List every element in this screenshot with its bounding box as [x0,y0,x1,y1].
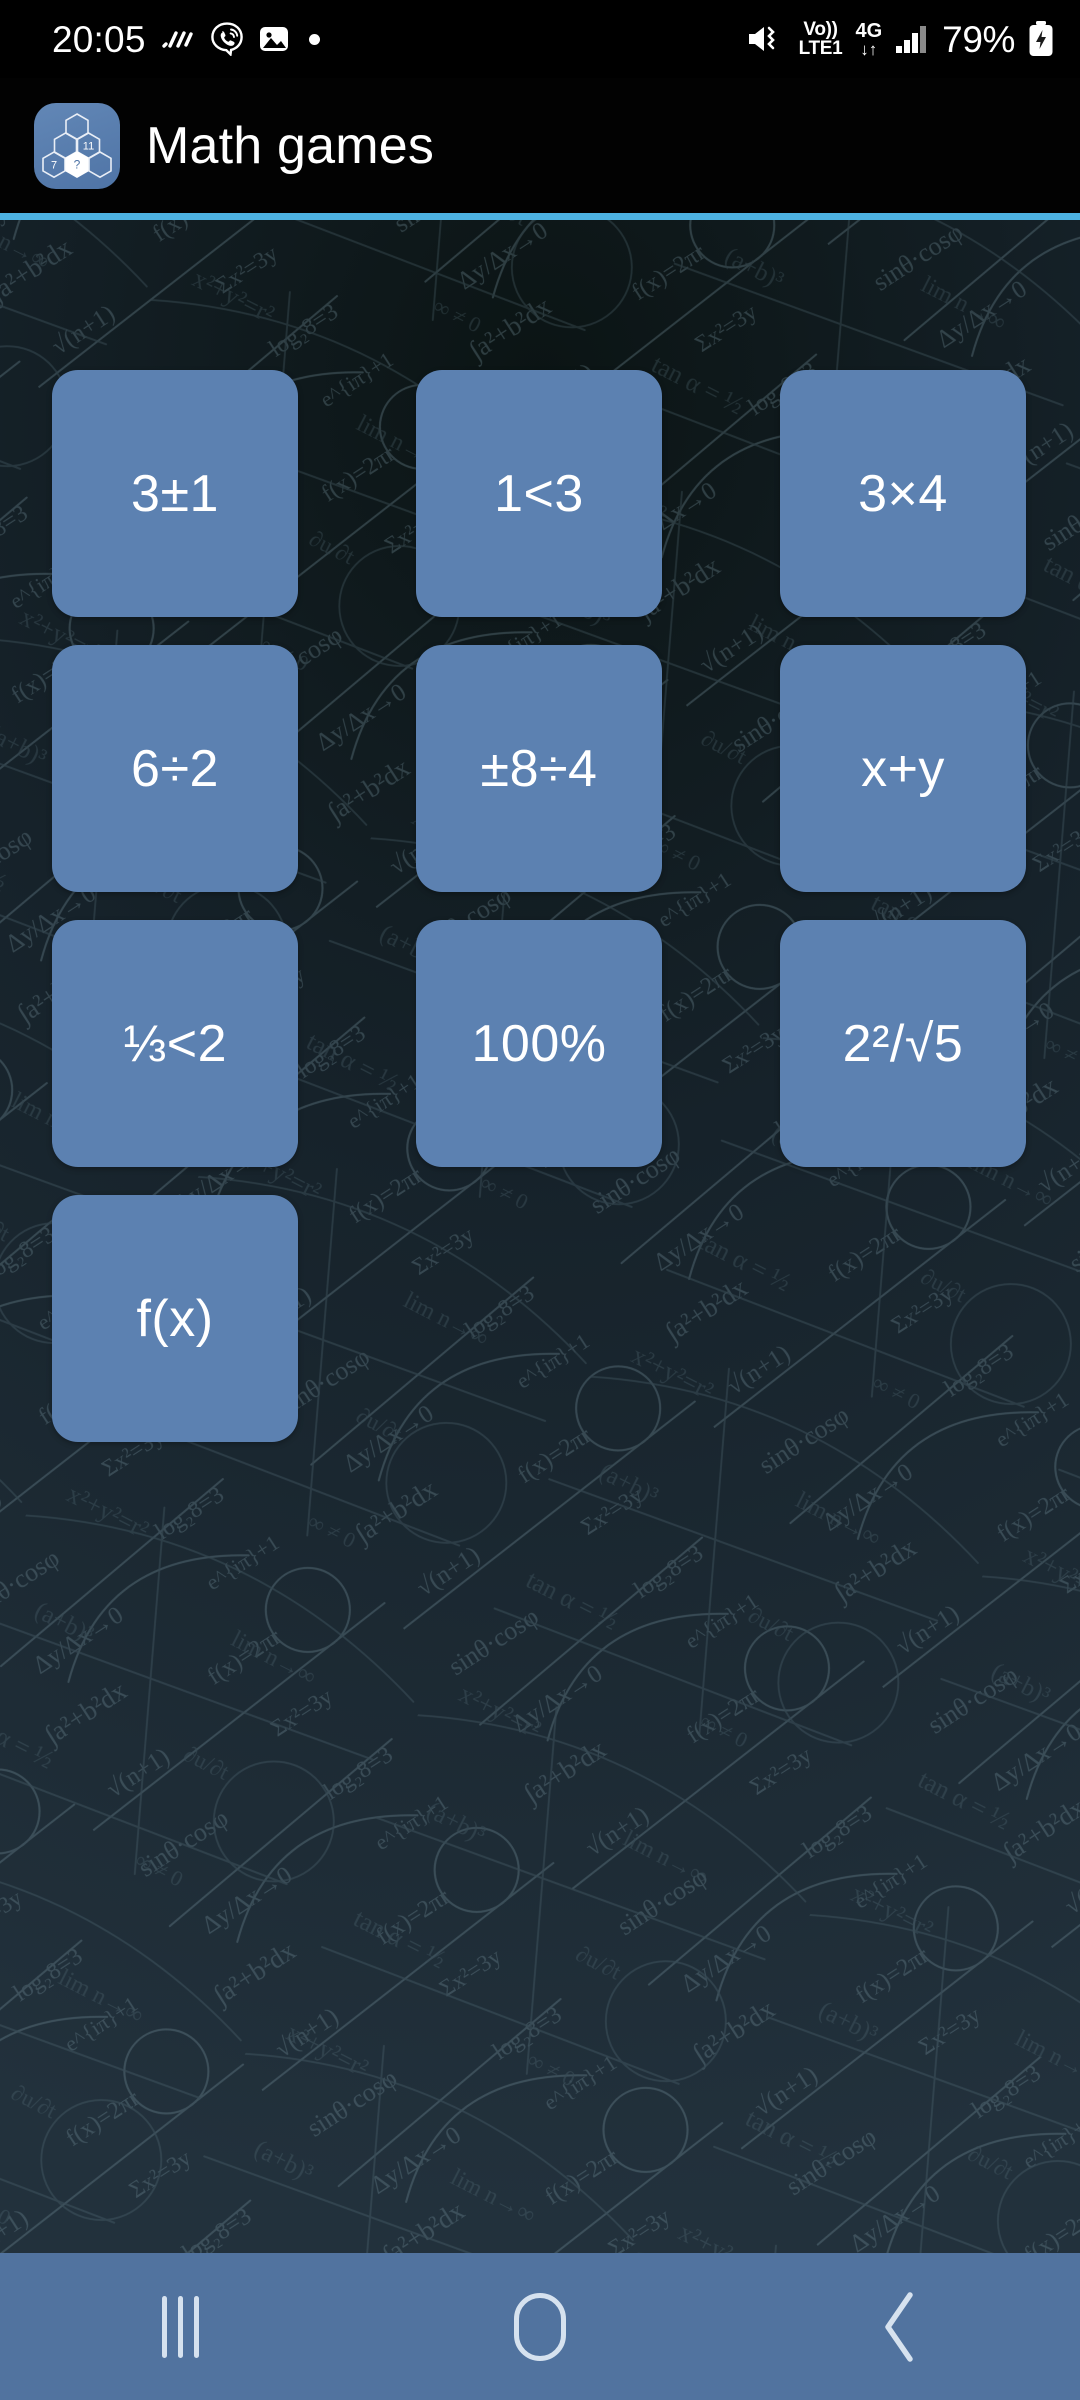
tile-label: 3×4 [858,464,948,523]
status-bar: 20:05 Vo)) LTE1 4G ↓↑ 79% [0,0,1080,78]
system-navigation-bar [0,2253,1080,2400]
status-bar-clock: 20:05 [52,18,146,60]
signal-bars-icon [896,26,927,53]
tile-label: ±8÷4 [480,739,598,798]
scribble-icon [161,31,193,48]
notification-dot-icon [308,33,320,45]
svg-text:?: ? [74,157,81,171]
tile-fractions[interactable]: ⅓<2 [52,920,298,1167]
math-games-app-icon: 11 7 ? [34,102,120,189]
battery-charging-icon [1029,21,1053,56]
tile-label: f(x) [136,1289,214,1348]
volte-indicator: Vo)) LTE1 [798,19,843,59]
tile-label: 6÷2 [131,739,219,798]
game-mode-grid: 3±1 1<3 3×4 6÷2 ±8÷4 x+y ⅓<2 100% 2²/√5 … [52,370,1028,1442]
status-bar-left: 20:05 [52,21,320,58]
main-content: ∫a²+b²dx f(x)=2πr √(n+1) Σx²=3y sinθ·cos… [0,220,1080,2253]
tile-functions[interactable]: f(x) [52,1195,298,1442]
home-button[interactable] [360,2253,720,2400]
tile-powers-roots[interactable]: 2²/√5 [780,920,1026,1167]
tile-multiplication[interactable]: 3×4 [780,370,1026,617]
tile-label: ⅓<2 [122,1014,228,1073]
tile-label: x+y [861,739,945,798]
tile-percentage[interactable]: 100% [416,920,662,1167]
phone-screen: 20:05 Vo)) LTE1 4G ↓↑ 79% 11 7 ? Math ga… [0,0,1080,2400]
header-accent-divider [0,213,1080,220]
tile-signed-division[interactable]: ±8÷4 [416,645,662,892]
viber-icon [210,22,243,56]
tile-division[interactable]: 6÷2 [52,645,298,892]
home-icon [514,2292,566,2361]
tile-label: 1<3 [494,464,584,523]
tile-plus-minus[interactable]: 3±1 [52,370,298,617]
back-icon [885,2291,913,2362]
tile-algebra[interactable]: x+y [780,645,1026,892]
svg-text:7: 7 [51,159,57,171]
recents-button[interactable] [0,2253,360,2400]
battery-percent-label: 79% [942,18,1015,60]
app-header: 11 7 ? Math games [0,78,1080,213]
svg-text:11: 11 [83,140,94,152]
tile-label: 3±1 [131,464,219,523]
recents-icon [161,2295,199,2358]
mute-icon [748,26,775,51]
page-title: Math games [146,116,435,175]
back-button[interactable] [720,2253,1080,2400]
tile-label: 100% [471,1014,607,1073]
status-bar-right: Vo)) LTE1 4G ↓↑ 79% [746,20,1054,58]
tile-label: 2²/√5 [842,1014,964,1073]
tile-comparison[interactable]: 1<3 [416,370,662,617]
network-type-indicator: 4G ↓↑ [855,19,883,59]
photo-icon [259,27,288,51]
